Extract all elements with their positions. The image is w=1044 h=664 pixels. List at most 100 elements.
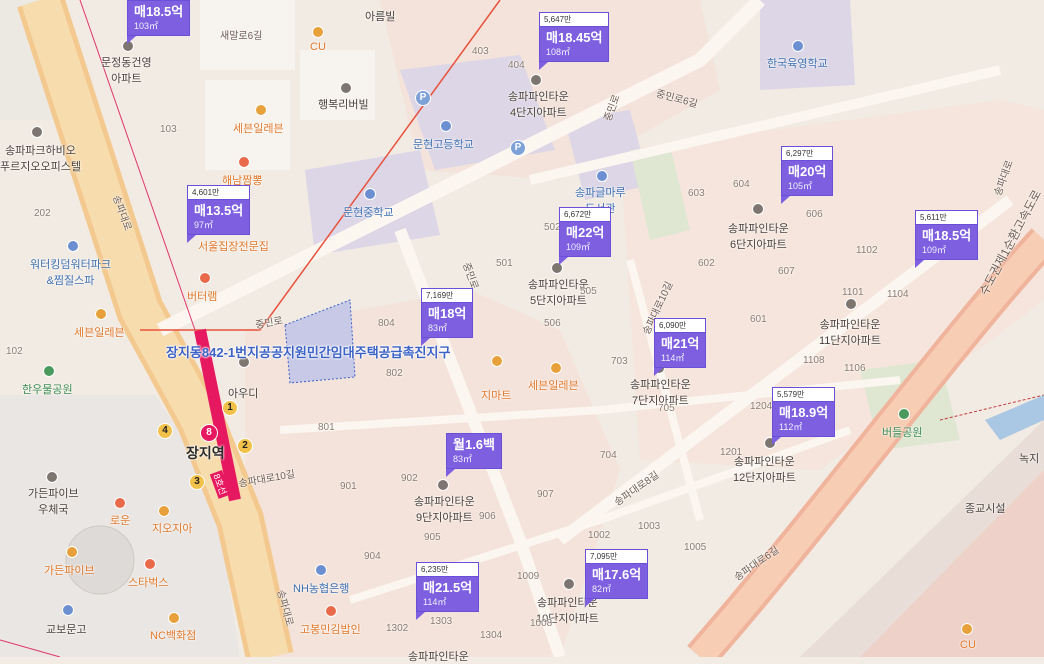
listing-tag[interactable]: 6,672만 매22억 109㎡ — [559, 207, 612, 265]
line8-badge[interactable]: 8 — [200, 424, 218, 442]
listing-tag[interactable]: 5,611만 매18.5억 109㎡ — [915, 210, 979, 268]
label-butterlam[interactable]: 버터램 — [187, 288, 217, 304]
block-number: 901 — [340, 481, 357, 492]
apartment-icon[interactable] — [437, 479, 449, 491]
station-name[interactable]: 장지역 — [186, 443, 225, 463]
label-cu-1[interactable]: CU — [310, 41, 326, 53]
label-nh[interactable]: NH농협은행 — [293, 580, 349, 596]
park-icon[interactable] — [43, 365, 55, 377]
listing-tag[interactable]: 6,297만 매20억 105㎡ — [781, 146, 834, 204]
label-apt9[interactable]: 송파파인타운 9단지아파트 — [414, 493, 475, 525]
label-jioji[interactable]: 지오지아 — [152, 520, 192, 536]
label-cu-2[interactable]: CU — [960, 639, 976, 651]
convenience-store-icon[interactable] — [961, 623, 973, 635]
listing-tag[interactable]: 7,095만 매17.6억 82㎡ — [585, 549, 649, 607]
listing-tag[interactable]: 6,235만 매21.5억 114㎡ — [416, 562, 480, 620]
label-sebin-3[interactable]: 세븐일레븐 — [528, 377, 579, 393]
label-munhyeon-high[interactable]: 문현고등학교 — [413, 136, 474, 152]
convenience-store-icon[interactable] — [255, 104, 267, 116]
cafe-icon[interactable] — [144, 558, 156, 570]
block-number: 902 — [401, 473, 418, 484]
library-icon[interactable] — [596, 170, 608, 182]
block-number: 202 — [34, 208, 51, 219]
apartment-icon[interactable] — [752, 203, 764, 215]
mart-icon[interactable] — [491, 355, 503, 367]
label-arumvil[interactable]: 아름빌 — [365, 8, 395, 24]
parking-icon[interactable]: P — [510, 140, 526, 156]
listing-price: 매18억 — [428, 306, 467, 321]
label-apt11[interactable]: 송파파인타운 11단지아파트 — [819, 316, 881, 348]
exit-2[interactable]: 2 — [237, 438, 253, 454]
listing-tag[interactable]: 4,601만 매13.5억 97㎡ — [187, 185, 251, 243]
block-number: 606 — [806, 209, 823, 220]
block-number: 906 — [479, 511, 496, 522]
shopping-icon[interactable] — [168, 612, 180, 624]
exit-3[interactable]: 3 — [189, 474, 205, 490]
convenience-store-icon[interactable] — [95, 308, 107, 320]
development-zone-label[interactable]: 장지동842-1번지공공지원민간임대주택공급촉진지구 — [166, 342, 450, 361]
label-apt6[interactable]: 송파파인타운 6단지아파트 — [728, 220, 789, 252]
label-gardenfive[interactable]: 가든파이브 — [44, 562, 95, 578]
label-starbucks[interactable]: 스타벅스 — [128, 574, 168, 590]
restaurant-icon[interactable] — [114, 497, 126, 509]
school-icon[interactable] — [364, 188, 376, 200]
listing-tag[interactable]: 5,579만 매18.9억 112㎡ — [772, 387, 836, 445]
listing-tag[interactable]: 6,090만 매21억 114㎡ — [654, 318, 707, 376]
parking-icon[interactable]: P — [415, 90, 431, 106]
label-hanguk[interactable]: 한국육영학교 — [767, 55, 828, 71]
block-number: 103 — [160, 124, 177, 135]
block-number: 404 — [508, 60, 525, 71]
listing-tag[interactable]: 5,647만 매18.45억 108㎡ — [539, 12, 610, 70]
exit-4[interactable]: 4 — [157, 423, 173, 439]
label-beodeul[interactable]: 버들공원 — [882, 424, 922, 440]
label-sebin-2[interactable]: 세븐일레븐 — [74, 324, 125, 340]
apartment-icon[interactable] — [563, 578, 575, 590]
bank-icon[interactable] — [315, 564, 327, 576]
label-munhyeon-mid[interactable]: 문현중학교 — [343, 204, 394, 220]
label-haengbok[interactable]: 행복리버빌 — [318, 96, 369, 112]
school-icon[interactable] — [440, 120, 452, 132]
block-number: 1102 — [856, 245, 878, 256]
shopping-icon[interactable] — [66, 546, 78, 558]
apartment-icon[interactable] — [530, 74, 542, 86]
exit-1[interactable]: 1 — [222, 400, 238, 416]
listing-price: 월1.6백 — [453, 437, 495, 452]
block-number: 804 — [378, 318, 395, 329]
label-kyobo[interactable]: 교보문고 — [46, 621, 86, 637]
label-audi[interactable]: 아우디 — [228, 385, 258, 401]
label-gmart[interactable]: 지마트 — [481, 387, 511, 403]
label-munjeong[interactable]: 문정동건영 아파트 — [101, 54, 152, 86]
label-rowoon[interactable]: 로운 — [110, 512, 130, 528]
post-office-icon[interactable] — [46, 471, 58, 483]
label-apt4[interactable]: 송파파인타운 4단지아파트 — [508, 88, 569, 120]
apartment-icon[interactable] — [340, 82, 352, 94]
bookstore-icon[interactable] — [62, 604, 74, 616]
restaurant-icon[interactable] — [325, 605, 337, 617]
label-waterking[interactable]: 워터킹덤워터파크 &찜질스파 — [30, 256, 111, 288]
listing-tag[interactable]: 7,169만 매18억 83㎡ — [421, 288, 474, 346]
listing-price: 매18.5억 — [922, 228, 972, 243]
convenience-store-icon[interactable] — [312, 26, 324, 38]
listing-tag[interactable]: 매18.5억 103㎡ — [127, 0, 191, 44]
apartment-icon[interactable] — [31, 126, 43, 138]
convenience-store-icon[interactable] — [550, 362, 562, 374]
restaurant-icon[interactable] — [199, 272, 211, 284]
listing-area: 83㎡ — [428, 323, 448, 333]
label-sebin-1[interactable]: 세븐일레븐 — [233, 120, 284, 136]
label-apt12[interactable]: 송파파인타운 12단지아파트 — [733, 453, 796, 485]
school-icon[interactable] — [792, 40, 804, 52]
park-icon[interactable] — [898, 408, 910, 420]
label-hanumul[interactable]: 한우물공원 — [22, 381, 73, 397]
block-number: 704 — [600, 450, 617, 461]
apartment-icon[interactable] — [845, 298, 857, 310]
shopping-icon[interactable] — [158, 505, 170, 517]
label-gobong[interactable]: 고봉민김밥인 — [300, 621, 361, 637]
restaurant-icon[interactable] — [238, 156, 250, 168]
block-number: 102 — [6, 346, 23, 357]
label-garden-post[interactable]: 가든파이브 우체국 — [28, 485, 79, 517]
waterpark-icon[interactable] — [67, 240, 79, 252]
label-apt-bottom[interactable]: 송파파인타운 — [408, 648, 469, 664]
label-nc[interactable]: NC백화점 — [150, 627, 196, 643]
listing-tag[interactable]: 월1.6백 83㎡ — [446, 433, 502, 477]
label-songpa-park[interactable]: 송파파크하비오 푸르지오오피스텔 — [0, 142, 81, 174]
